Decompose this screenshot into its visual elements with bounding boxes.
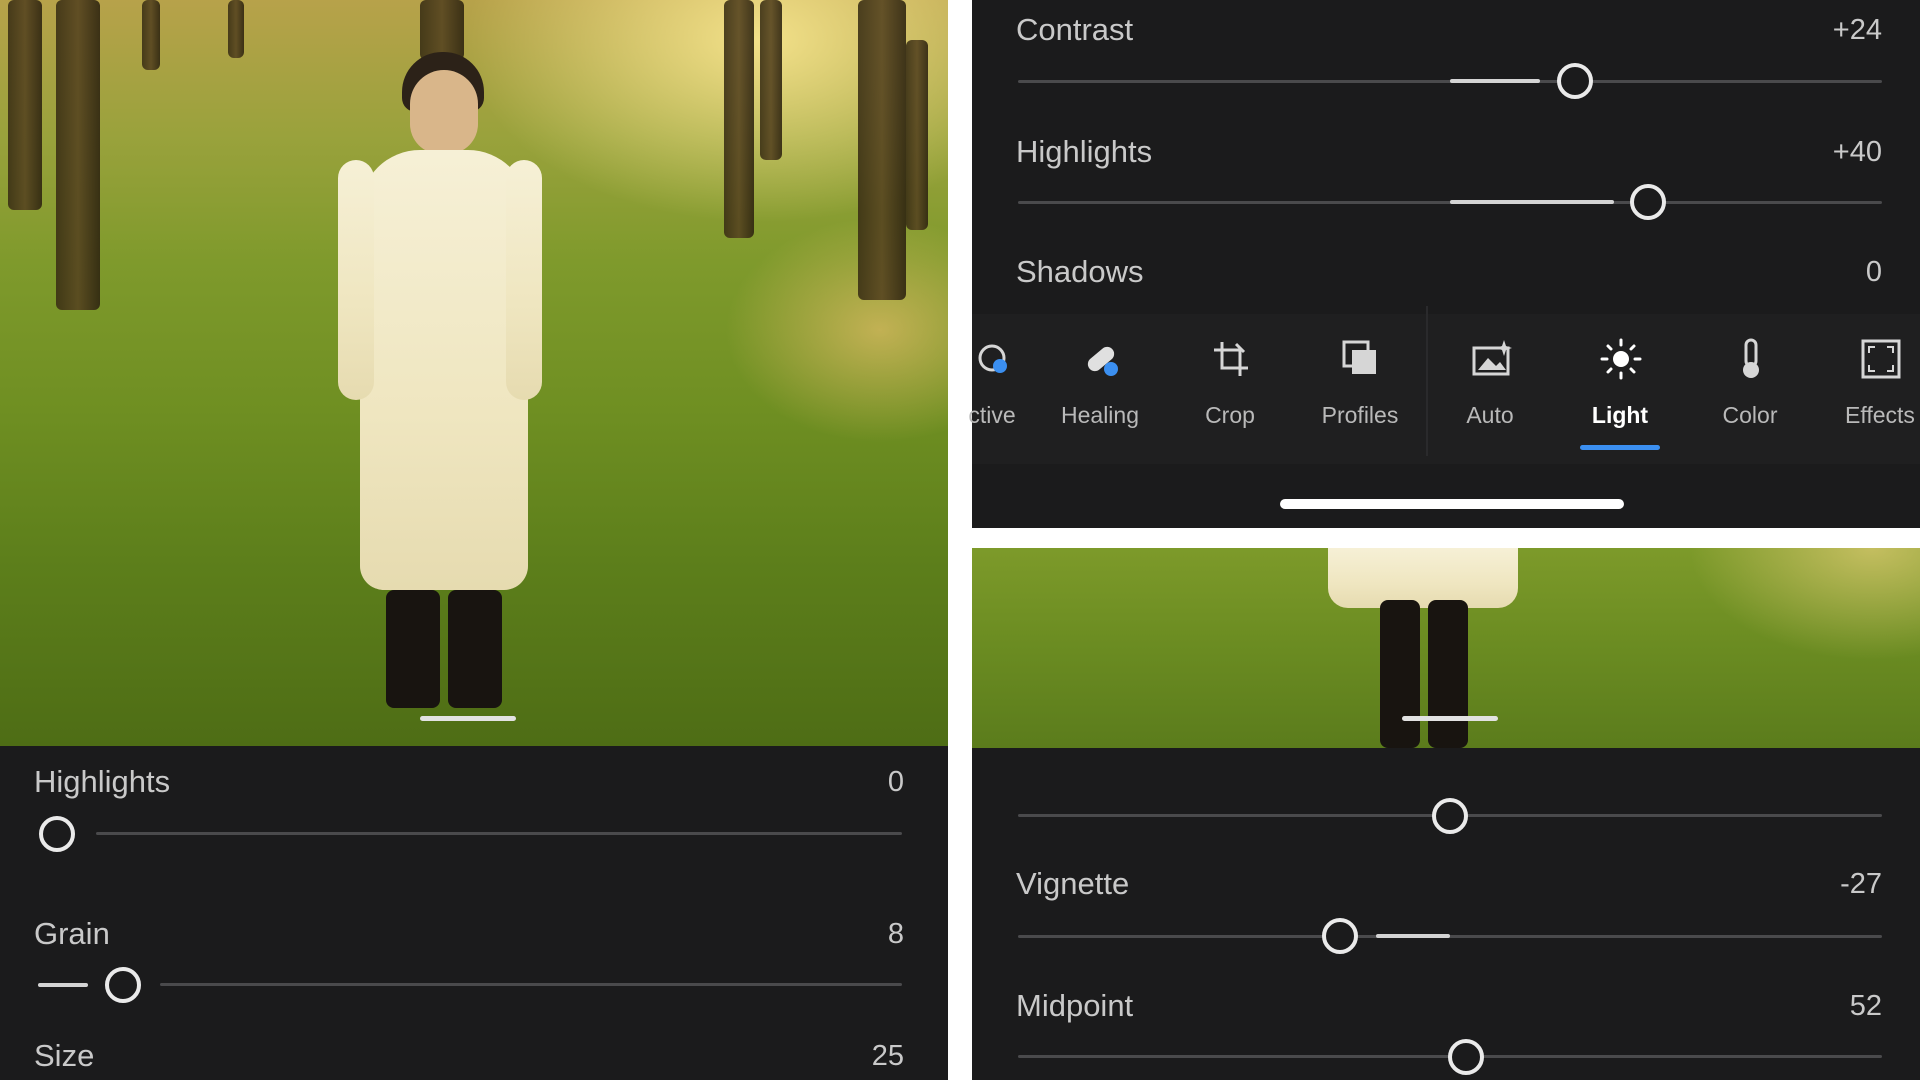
slider-knob-vignette[interactable] bbox=[1322, 918, 1358, 954]
slider-track-highlights[interactable] bbox=[96, 832, 902, 835]
sheet-grab-handle[interactable] bbox=[1402, 716, 1498, 721]
slider-label-midpoint: Midpoint bbox=[1016, 988, 1134, 1023]
tool-label-healing: Healing bbox=[1061, 402, 1139, 428]
edit-toolbar: ctive Healing Crop Profiles Auto Light C… bbox=[968, 314, 1920, 464]
healing-icon bbox=[1087, 346, 1118, 376]
person-arm bbox=[506, 160, 542, 400]
crop-icon bbox=[1214, 342, 1248, 376]
slider-label-highlights: Highlights bbox=[34, 764, 171, 799]
slider-track-grain[interactable] bbox=[160, 983, 902, 986]
person-legs bbox=[386, 590, 440, 708]
slider-label-size: Size bbox=[34, 1038, 95, 1073]
slider-label-highlights: Highlights bbox=[1016, 134, 1153, 169]
tree-trunk bbox=[56, 0, 100, 310]
tool-profiles[interactable]: Profiles bbox=[1300, 314, 1420, 434]
tool-label-color: Color bbox=[1722, 402, 1778, 428]
tool-label-light: Light bbox=[1591, 402, 1649, 428]
tree-trunk bbox=[858, 0, 906, 300]
active-tool-indicator bbox=[1580, 445, 1660, 450]
toolbar-separator bbox=[1426, 306, 1428, 456]
split-divider bbox=[948, 0, 972, 1080]
slider-knob-dehaze[interactable] bbox=[1432, 798, 1468, 834]
slider-label-contrast: Contrast bbox=[1016, 12, 1134, 47]
slider-label-vignette: Vignette bbox=[1016, 866, 1130, 901]
tool-label-crop: Crop bbox=[1205, 402, 1255, 428]
person-head bbox=[410, 70, 478, 154]
slider-knob-highlights[interactable] bbox=[39, 816, 75, 852]
person-dress bbox=[1328, 548, 1518, 608]
tool-color[interactable]: Color bbox=[1690, 314, 1810, 434]
tool-label-selective: ctive bbox=[968, 402, 1016, 428]
slider-label-shadows: Shadows bbox=[1016, 254, 1144, 289]
slider-value-midpoint: 52 bbox=[1849, 990, 1882, 1022]
tool-auto[interactable]: Auto bbox=[1430, 314, 1550, 434]
slider-fill-grain bbox=[38, 983, 88, 987]
slider-fill-highlights bbox=[1450, 200, 1614, 204]
tree-trunk bbox=[228, 0, 244, 58]
tool-selective[interactable]: ctive bbox=[932, 314, 1052, 434]
slider-knob-grain[interactable] bbox=[105, 967, 141, 1003]
slider-knob-midpoint[interactable] bbox=[1448, 1039, 1484, 1075]
slider-value-grain: 8 bbox=[887, 918, 904, 950]
person-dress bbox=[360, 150, 528, 590]
tool-effects[interactable]: Effects bbox=[1820, 314, 1920, 434]
tool-label-effects: Effects bbox=[1845, 402, 1915, 428]
slider-value-contrast: +24 bbox=[1832, 14, 1882, 46]
tool-label-auto: Auto bbox=[1466, 402, 1514, 428]
slider-value-size: 25 bbox=[871, 1040, 904, 1072]
slider-knob-highlights[interactable] bbox=[1630, 184, 1666, 220]
person-legs bbox=[1428, 600, 1468, 748]
tool-crop[interactable]: Crop bbox=[1170, 314, 1290, 434]
photo-preview-right bbox=[972, 548, 1920, 748]
slider-value-shadows: 0 bbox=[1865, 256, 1882, 288]
home-indicator bbox=[1280, 499, 1624, 509]
person-legs bbox=[448, 590, 502, 708]
color-icon bbox=[1743, 338, 1759, 378]
tool-label-profiles: Profiles bbox=[1321, 402, 1399, 428]
slider-knob-contrast[interactable] bbox=[1557, 63, 1593, 99]
tree-trunk bbox=[8, 0, 42, 210]
tree-trunk bbox=[724, 0, 754, 238]
tree-trunk bbox=[760, 0, 782, 160]
tool-light[interactable]: Light bbox=[1560, 314, 1680, 434]
tree-trunk bbox=[142, 0, 160, 70]
slider-value-highlights: 0 bbox=[887, 766, 904, 798]
slider-label-grain: Grain bbox=[34, 916, 110, 951]
slider-fill-vignette bbox=[1376, 934, 1450, 938]
person-legs bbox=[1380, 600, 1420, 748]
sheet-grab-handle[interactable] bbox=[420, 716, 516, 721]
slider-value-vignette: -27 bbox=[1840, 868, 1882, 900]
slider-fill-contrast bbox=[1450, 79, 1540, 83]
effects-icon bbox=[1861, 339, 1901, 379]
person-arm bbox=[338, 160, 374, 400]
tool-healing[interactable]: Healing bbox=[1040, 314, 1160, 434]
light-icon bbox=[1600, 338, 1642, 380]
tree-trunk bbox=[420, 0, 464, 60]
slider-value-highlights: +40 bbox=[1832, 136, 1882, 168]
selective-icon bbox=[978, 344, 1007, 373]
auto-icon bbox=[1472, 340, 1512, 376]
slider-track-vignette[interactable] bbox=[1018, 935, 1882, 938]
tree-trunk bbox=[906, 40, 928, 230]
photo-preview-left bbox=[0, 0, 948, 746]
profiles-icon bbox=[1342, 340, 1376, 374]
